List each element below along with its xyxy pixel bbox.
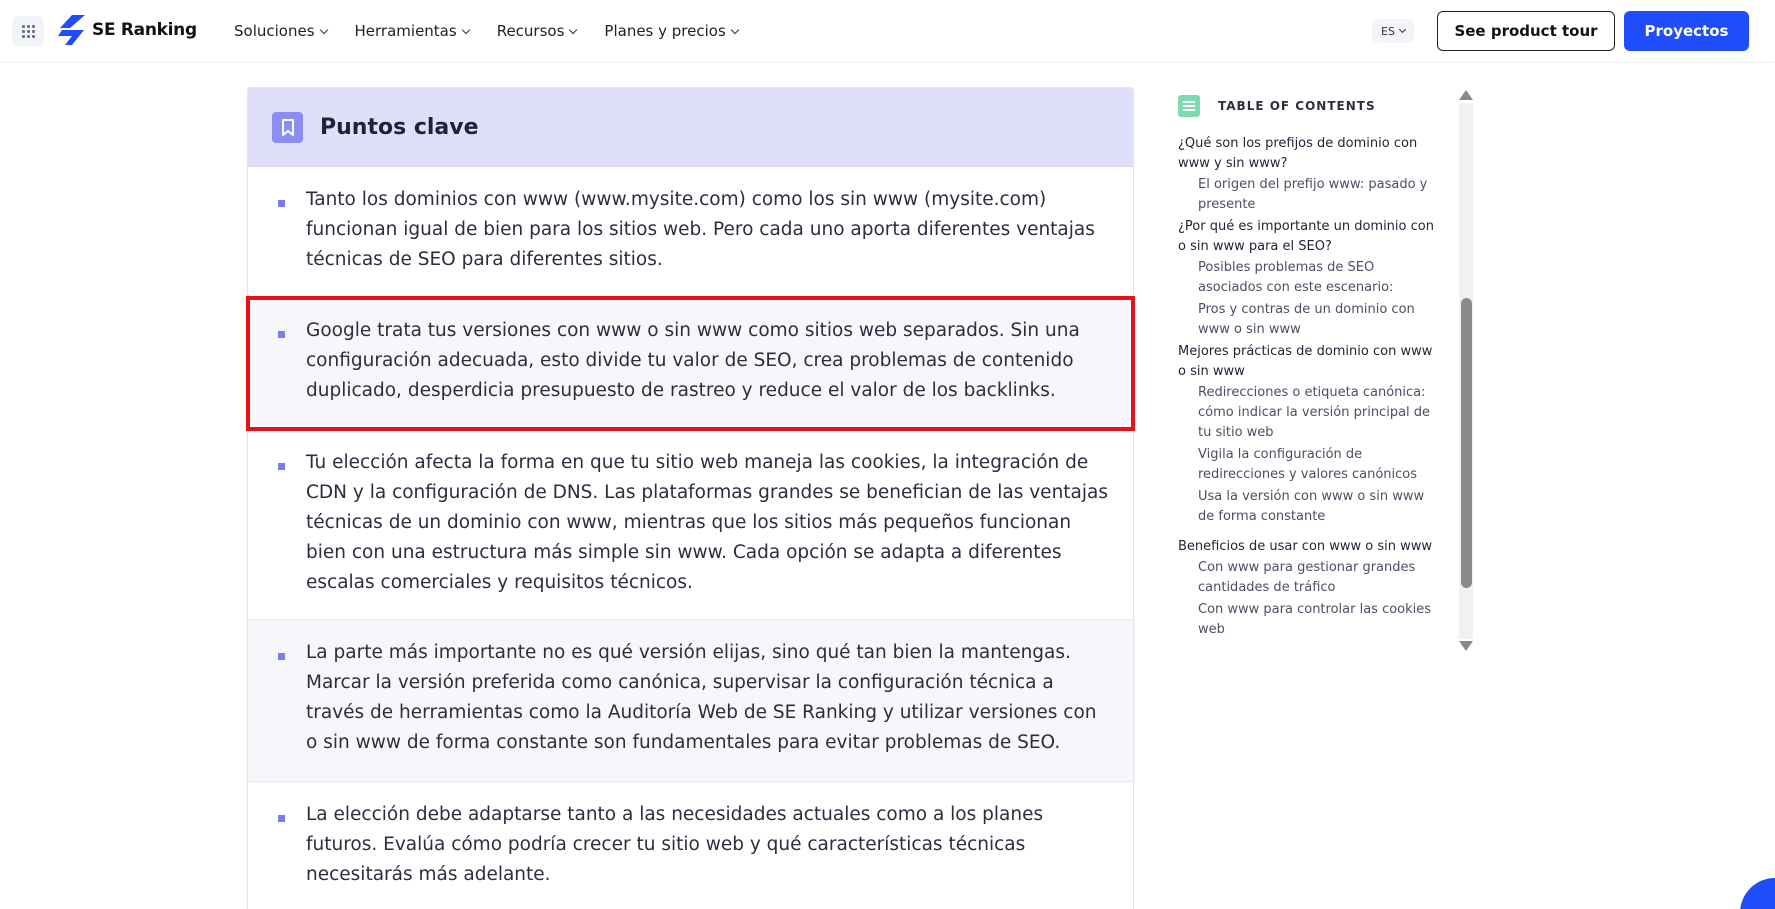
scroll-up-arrow-icon[interactable] bbox=[1459, 90, 1473, 100]
scroll-down-arrow-icon[interactable] bbox=[1459, 641, 1473, 651]
toc-link[interactable]: El origen del prefijo www: pasado y pres… bbox=[1178, 175, 1442, 217]
toc-header: TABLE OF CONTENTS bbox=[1178, 95, 1376, 117]
se-ranking-logo-icon bbox=[58, 15, 85, 45]
projects-button[interactable]: Proyectos bbox=[1624, 11, 1749, 51]
toc-link[interactable]: Mejores prácticas de dominio con www o s… bbox=[1178, 342, 1442, 383]
list-item: Tanto los dominios con www (www.mysite.c… bbox=[248, 167, 1133, 298]
key-points-card: Puntos clave Tanto los dominios con www … bbox=[247, 87, 1134, 909]
bullet-icon bbox=[278, 200, 285, 207]
apps-grid-icon[interactable] bbox=[12, 16, 44, 46]
logo-text: SE Ranking bbox=[92, 20, 197, 40]
bullet-icon bbox=[278, 815, 285, 822]
bullet-icon bbox=[278, 331, 285, 338]
list-item: Tu elección afecta la forma en que tu si… bbox=[248, 430, 1133, 620]
toc-link[interactable]: Con www para gestionar grandes cantidade… bbox=[1178, 558, 1442, 600]
key-points-title: Puntos clave bbox=[320, 114, 479, 140]
chevron-down-icon bbox=[730, 25, 740, 34]
bookmark-icon bbox=[272, 111, 303, 143]
nav-label: Recursos bbox=[496, 22, 565, 40]
toc-link[interactable]: Beneficios de usar con www o sin www bbox=[1178, 537, 1442, 558]
list-icon bbox=[1178, 95, 1200, 117]
bullet-icon bbox=[278, 653, 285, 660]
logo[interactable]: SE Ranking bbox=[58, 15, 197, 45]
list-item-text: La elección debe adaptarse tanto a las n… bbox=[306, 804, 1044, 885]
nav-herramientas[interactable]: Herramientas bbox=[354, 20, 470, 42]
nav-planes-precios[interactable]: Planes y precios bbox=[604, 20, 740, 42]
product-tour-button[interactable]: See product tour bbox=[1437, 11, 1615, 51]
list-item: Google trata tus versiones con www o sin… bbox=[248, 298, 1133, 430]
language-selector[interactable]: ES bbox=[1372, 19, 1414, 43]
nav-label: Planes y precios bbox=[604, 22, 726, 40]
list-item-text: Google trata tus versiones con www o sin… bbox=[306, 320, 1080, 401]
bullet-icon bbox=[278, 463, 285, 470]
list-item-text: Tu elección afecta la forma en que tu si… bbox=[306, 452, 1108, 593]
chat-widget-button[interactable] bbox=[1740, 878, 1775, 909]
toc-link[interactable]: Usa la versión con www o sin www de form… bbox=[1178, 487, 1442, 529]
key-points-header: Puntos clave bbox=[248, 88, 1133, 167]
list-item-text: La parte más importante no es qué versió… bbox=[306, 642, 1097, 753]
chevron-down-icon bbox=[319, 25, 328, 34]
toc-link[interactable]: Posibles problemas de SEO asociados con … bbox=[1178, 258, 1442, 300]
language-label: ES bbox=[1381, 24, 1395, 38]
table-of-contents: TABLE OF CONTENTS ¿Qué son los prefijos … bbox=[1165, 85, 1480, 655]
list-item-text: Tanto los dominios con www (www.mysite.c… bbox=[306, 189, 1095, 270]
toc-scrollbar-thumb[interactable] bbox=[1461, 298, 1472, 588]
top-navbar: SE Ranking Soluciones Herramientas Recur… bbox=[0, 0, 1775, 63]
toc-title: TABLE OF CONTENTS bbox=[1218, 99, 1376, 113]
toc-link[interactable]: ¿Por qué es importante un dominio con o … bbox=[1178, 217, 1442, 258]
toc-link[interactable]: Vigila la configuración de redirecciones… bbox=[1178, 445, 1442, 487]
nav-label: Herramientas bbox=[354, 22, 457, 40]
nav-label: Soluciones bbox=[234, 22, 315, 40]
main-nav: Soluciones Herramientas Recursos Planes … bbox=[234, 20, 766, 42]
toc-link[interactable]: Con www para controlar las cookies web bbox=[1178, 600, 1442, 642]
toc-link[interactable]: Redirecciones o etiqueta canónica: cómo … bbox=[1178, 383, 1442, 445]
toc-link[interactable]: Pros y contras de un dominio con www o s… bbox=[1178, 300, 1442, 342]
list-item: La parte más importante no es qué versió… bbox=[248, 620, 1133, 782]
chevron-down-icon bbox=[1398, 25, 1407, 34]
list-item: La elección debe adaptarse tanto a las n… bbox=[248, 782, 1133, 909]
toc-link[interactable]: ¿Qué son los prefijos de dominio con www… bbox=[1178, 134, 1442, 175]
nav-soluciones[interactable]: Soluciones bbox=[234, 20, 328, 42]
chevron-down-icon bbox=[461, 25, 470, 34]
toc-list: ¿Qué son los prefijos de dominio con www… bbox=[1178, 134, 1442, 642]
nav-recursos[interactable]: Recursos bbox=[496, 20, 578, 42]
chevron-down-icon bbox=[569, 25, 578, 34]
